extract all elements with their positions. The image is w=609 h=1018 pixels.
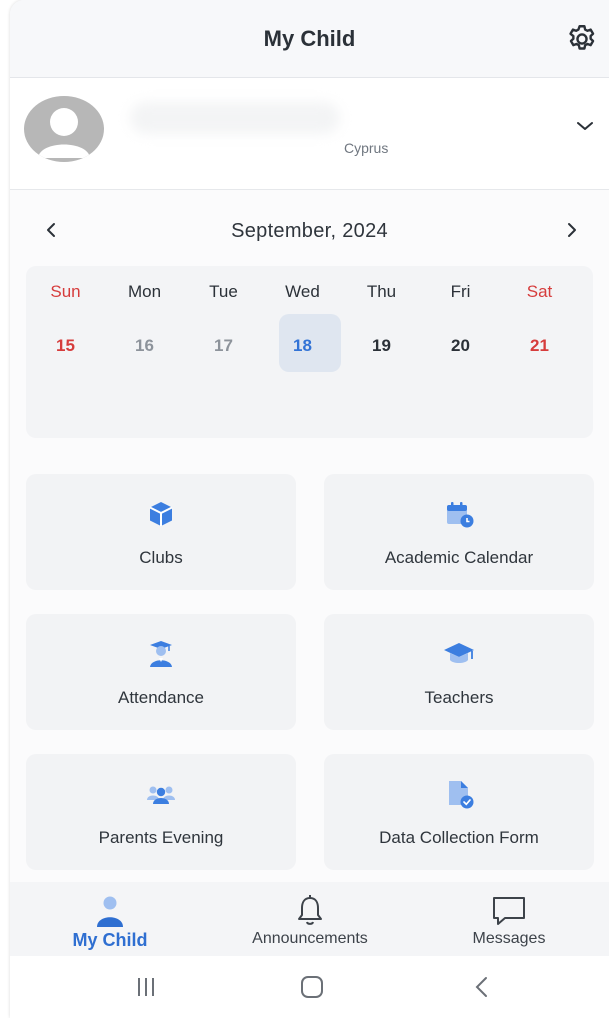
weekday-header-row: Sun Mon Tue Wed Thu Fri Sat [26, 282, 593, 302]
tile-parents-evening[interactable]: Parents Evening [26, 754, 296, 870]
weekday-thu: Thu [366, 282, 397, 301]
chat-bubble-icon [493, 897, 525, 925]
graduate-student-icon [150, 641, 172, 667]
weekday-sat: Sat [526, 282, 553, 301]
tile-label: Academic Calendar [384, 548, 534, 567]
child-country: Cyprus [344, 140, 389, 156]
date-cell[interactable]: 19 [342, 336, 421, 356]
week-calendar: Sun Mon Tue Wed Thu Fri Sat 15 16 17 18 … [26, 266, 593, 438]
chevron-down-icon[interactable] [573, 114, 597, 138]
date-row: 15 16 17 18 19 20 21 [26, 336, 593, 356]
graduation-cap-icon [444, 643, 474, 663]
calendar-clock-icon [447, 502, 474, 528]
weekday-tue: Tue [209, 282, 238, 301]
avatar [24, 96, 104, 162]
date-cell[interactable]: 17 [184, 336, 263, 356]
nav-messages[interactable]: Messages [409, 882, 609, 956]
tile-label: Data Collection Form [379, 828, 539, 847]
page-title: My Child [263, 26, 356, 51]
date-cell-selected[interactable]: 18 [263, 336, 342, 356]
calendar-nav: September, 2024 [10, 210, 609, 250]
nav-label: Messages [472, 930, 546, 947]
bottom-navigation: My Child Announcements Messages [10, 882, 609, 956]
child-name-redacted [130, 102, 340, 134]
tile-clubs[interactable]: Clubs [26, 474, 296, 590]
nav-label: My Child [72, 930, 148, 950]
back-icon[interactable] [462, 972, 502, 1002]
date-cell[interactable]: 16 [105, 336, 184, 356]
document-check-icon [449, 781, 474, 809]
weekday-wed: Wed [285, 282, 320, 301]
tile-label: Teachers [424, 688, 494, 707]
cube-icon [149, 502, 173, 526]
recent-apps-icon[interactable] [126, 972, 166, 1002]
nav-my-child[interactable]: My Child [10, 882, 210, 956]
date-cell[interactable]: 21 [500, 336, 579, 356]
nav-announcements[interactable]: Announcements [210, 882, 410, 956]
app-window: My Child Cyprus September, 2024 Sun Mon … [10, 0, 609, 1018]
weekday-fri: Fri [450, 282, 471, 301]
weekday-sun: Sun [50, 282, 81, 301]
date-cell[interactable]: 20 [421, 336, 500, 356]
users-group-icon [147, 786, 175, 804]
person-icon [97, 896, 123, 927]
bell-icon [298, 895, 322, 925]
system-navigation-bar [10, 956, 609, 1018]
tile-teachers[interactable]: Teachers [324, 614, 594, 730]
tile-data-collection-form[interactable]: Data Collection Form [324, 754, 594, 870]
tile-label: Clubs [139, 548, 183, 567]
nav-label: Announcements [252, 930, 368, 947]
tile-label: Attendance [117, 688, 204, 707]
tile-label: Parents Evening [98, 828, 224, 847]
home-icon[interactable] [292, 972, 332, 1002]
child-profile-selector[interactable]: Cyprus [10, 78, 609, 190]
next-month-button[interactable] [561, 216, 583, 244]
calendar-month-label: September, 2024 [231, 220, 388, 242]
tile-attendance[interactable]: Attendance [26, 614, 296, 730]
weekday-mon: Mon [127, 282, 162, 301]
top-app-bar: My Child [10, 0, 609, 78]
settings-gear-icon[interactable] [565, 22, 599, 56]
date-cell[interactable]: 15 [26, 336, 105, 356]
tile-academic-calendar[interactable]: Academic Calendar [324, 474, 594, 590]
